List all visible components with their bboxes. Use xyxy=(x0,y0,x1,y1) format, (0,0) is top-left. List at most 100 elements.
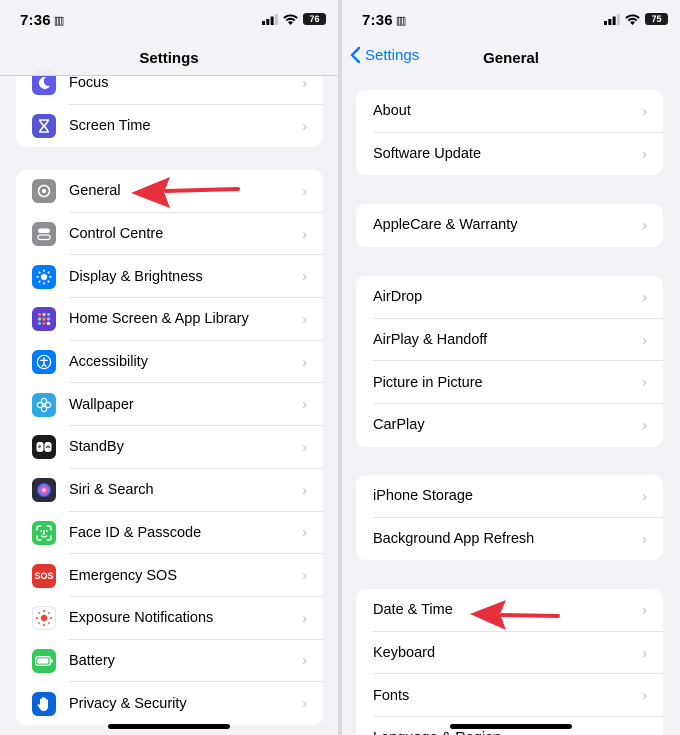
chevron-right-icon: › xyxy=(302,609,307,627)
settings-row-accessibility[interactable]: Accessibility › xyxy=(16,341,323,384)
general-row-software-update[interactable]: Software Update › xyxy=(356,133,663,176)
chevron-right-icon: › xyxy=(302,310,307,328)
sun-icon xyxy=(32,264,56,289)
chevron-right-icon: › xyxy=(642,288,647,306)
status-time: 7:36 ▥ xyxy=(20,12,65,29)
settings-row-screen-time[interactable]: Screen Time › xyxy=(16,105,323,148)
back-button[interactable]: Settings xyxy=(350,46,419,64)
settings-row-label: Privacy & Security xyxy=(69,695,187,712)
page-title: Settings xyxy=(139,49,199,67)
settings-row-face-id-passcode[interactable]: Face ID & Passcode › xyxy=(16,512,323,555)
settings-row-privacy-security[interactable]: Privacy & Security › xyxy=(16,682,323,725)
status-right: 76 xyxy=(262,13,326,25)
status-time: 7:36 ▥ xyxy=(362,12,407,29)
chevron-right-icon: › xyxy=(302,117,307,135)
chevron-right-icon: › xyxy=(302,652,307,670)
signal-icon xyxy=(604,13,620,25)
general-group: iPhone Storage › Background App Refresh › xyxy=(356,475,663,561)
toggles-icon xyxy=(32,222,56,247)
general-row-label: Keyboard xyxy=(373,645,436,662)
general-row-fonts[interactable]: Fonts › xyxy=(356,674,663,718)
chevron-right-icon: › xyxy=(302,695,307,713)
settings-row-battery[interactable]: Battery › xyxy=(16,640,323,683)
general-group: AirDrop › AirPlay & Handoff › Picture in Pic… xyxy=(356,276,663,447)
settings-row-label: Focus xyxy=(69,75,109,92)
settings-row-label: Battery xyxy=(69,652,115,669)
settings-row-wallpaper[interactable]: Wallpaper › xyxy=(16,383,323,427)
general-row-airplay-handoff[interactable]: AirPlay & Handoff › xyxy=(356,319,663,362)
chevron-right-icon: › xyxy=(642,530,647,548)
chevron-right-icon: › xyxy=(642,687,647,705)
settings-row-label: Wallpaper xyxy=(69,396,134,413)
chevron-right-icon: › xyxy=(642,331,647,349)
chevron-right-icon: › xyxy=(302,74,307,92)
general-screen: 7:36 ▥ 75 Settings General About › Software… xyxy=(342,0,680,735)
settings-row-home-screen-app-library[interactable]: Home Screen & App Library › xyxy=(16,298,323,341)
home-indicator[interactable] xyxy=(450,724,572,729)
annotation-arrow-general xyxy=(131,177,240,208)
grid-icon xyxy=(32,307,56,332)
status-bar: 7:36 ▥ 75 xyxy=(342,0,680,40)
chevron-left-icon xyxy=(350,46,361,64)
general-row-label: Fonts xyxy=(373,687,410,704)
chevron-right-icon: › xyxy=(302,524,307,542)
settings-row-label: Accessibility xyxy=(69,354,148,371)
status-bar: 7:36 ▥ 76 xyxy=(0,0,338,40)
chevron-right-icon: › xyxy=(302,182,307,200)
exposure-icon xyxy=(32,606,56,631)
settings-row-emergency-sos[interactable]: SOS Emergency SOS › xyxy=(16,554,323,597)
standby-icon xyxy=(32,435,56,460)
settings-row-label: StandBy xyxy=(69,439,124,456)
general-row-airdrop[interactable]: AirDrop › xyxy=(356,276,663,319)
settings-row-label: Siri & Search xyxy=(69,482,154,499)
chevron-right-icon: › xyxy=(302,268,307,286)
settings-row-control-centre[interactable]: Control Centre › xyxy=(16,213,323,256)
general-group: AppleCare & Warranty › xyxy=(356,204,663,247)
nav-bar: Settings General xyxy=(342,40,680,76)
settings-row-label: Home Screen & App Library xyxy=(69,311,249,328)
chevron-right-icon: › xyxy=(302,353,307,371)
general-row-about[interactable]: About › xyxy=(356,90,663,133)
signal-icon xyxy=(262,13,278,25)
gear-icon xyxy=(32,179,56,204)
status-right: 75 xyxy=(604,13,668,25)
battery-indicator: 76 xyxy=(303,13,326,25)
general-row-label: Language & Region xyxy=(373,730,501,735)
general-row-label: AirDrop xyxy=(373,289,423,306)
chevron-right-icon: › xyxy=(642,102,647,120)
general-row-picture-in-picture[interactable]: Picture in Picture › xyxy=(356,361,663,405)
general-row-label: Software Update xyxy=(373,146,482,163)
general-row-label: AirPlay & Handoff xyxy=(373,332,488,349)
settings-row-siri-search[interactable]: Siri & Search › xyxy=(16,469,323,512)
general-row-keyboard[interactable]: Keyboard › xyxy=(356,632,663,675)
chevron-right-icon: › xyxy=(642,374,647,392)
screenshot-frame: 7:36 ▥ 76 Settings Focus › Screen Time › Gen… xyxy=(0,0,680,735)
settings-row-label: General xyxy=(69,183,121,200)
settings-row-display-brightness[interactable]: Display & Brightness › xyxy=(16,255,323,299)
general-row-iphone-storage[interactable]: iPhone Storage › xyxy=(356,475,663,518)
nav-divider xyxy=(0,75,338,76)
chevron-right-icon: › xyxy=(642,644,647,662)
battery-indicator: 75 xyxy=(645,13,668,25)
general-row-background-app-refresh[interactable]: Background App Refresh › xyxy=(356,518,663,561)
sim-icon: ▥ xyxy=(53,15,65,27)
settings-row-exposure-notifications[interactable]: Exposure Notifications › xyxy=(16,597,323,640)
hourglass-icon xyxy=(32,114,56,139)
chevron-right-icon: › xyxy=(642,416,647,434)
chevron-right-icon: › xyxy=(302,481,307,499)
home-indicator[interactable] xyxy=(108,724,230,729)
page-title: General xyxy=(483,49,539,67)
face-id-icon xyxy=(32,520,56,545)
general-row-applecare-warranty[interactable]: AppleCare & Warranty › xyxy=(356,204,663,247)
settings-screen: 7:36 ▥ 76 Settings Focus › Screen Time › Gen… xyxy=(0,0,338,735)
settings-row-standby[interactable]: StandBy › xyxy=(16,426,323,469)
annotation-arrow-date-time xyxy=(470,600,560,630)
chevron-right-icon: › xyxy=(302,438,307,456)
general-row-carplay[interactable]: CarPlay › xyxy=(356,404,663,447)
sos-text: SOS xyxy=(34,570,54,581)
wifi-icon xyxy=(625,13,640,25)
general-row-label: Background App Refresh xyxy=(373,531,535,548)
settings-group-main: General › Control Centre › Display & Brightn… xyxy=(16,170,323,725)
general-row-label: Date & Time xyxy=(373,602,453,619)
wifi-icon xyxy=(283,13,298,25)
